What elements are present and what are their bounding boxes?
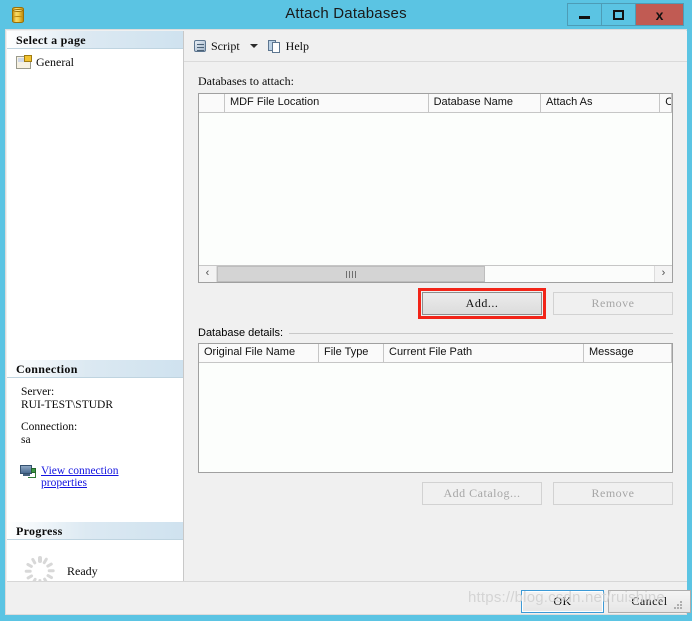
column-header[interactable]: MDF File Location bbox=[225, 94, 429, 112]
databases-to-attach-label: Databases to attach: bbox=[198, 74, 673, 89]
scroll-left-arrow-icon[interactable]: ‹ bbox=[199, 266, 217, 282]
window-controls: x bbox=[567, 3, 684, 26]
connection-details: Server: RUI-TEST\STUDR Connection: sa bbox=[7, 378, 183, 455]
attach-databases-window: Attach Databases x Select a page bbox=[0, 2, 692, 618]
script-label: Script bbox=[211, 39, 240, 54]
help-label: Help bbox=[286, 39, 309, 54]
column-header[interactable]: Current File Path bbox=[384, 344, 584, 362]
column-header[interactable] bbox=[199, 94, 225, 112]
help-icon bbox=[268, 39, 283, 54]
sidebar-item-label: General bbox=[36, 55, 74, 70]
script-button[interactable]: Script bbox=[193, 39, 240, 54]
ok-button[interactable]: OK bbox=[521, 590, 604, 613]
details-grid-header: Original File NameFile TypeCurrent File … bbox=[199, 344, 672, 363]
scrollbar-thumb[interactable] bbox=[217, 266, 485, 282]
group-rule bbox=[289, 333, 673, 334]
remove-file-button: Remove bbox=[553, 482, 673, 505]
column-header[interactable]: O bbox=[660, 94, 672, 112]
page-general-icon bbox=[16, 56, 31, 69]
general-page-pane: Script Help Databases to attach: MDF Fil… bbox=[184, 31, 687, 607]
maximize-icon bbox=[613, 10, 624, 20]
details-grid-buttons: Add Catalog... Remove bbox=[198, 482, 673, 505]
database-details-group-label: Database details: bbox=[198, 327, 673, 339]
sidebar-item-general[interactable]: General bbox=[16, 54, 183, 70]
databases-to-attach-grid[interactable]: MDF File LocationDatabase NameAttach AsO… bbox=[198, 93, 673, 283]
maximize-button[interactable] bbox=[602, 4, 636, 25]
dialog-footer: OK Cancel bbox=[7, 581, 687, 613]
help-button[interactable]: Help bbox=[268, 39, 309, 54]
column-header[interactable]: Original File Name bbox=[199, 344, 319, 362]
dialog-client-area: Select a page General Connection Server:… bbox=[5, 29, 687, 615]
resize-grip-icon[interactable] bbox=[673, 600, 684, 611]
scrollbar-grip-icon bbox=[346, 271, 356, 278]
server-caption: Server: bbox=[21, 386, 183, 399]
attach-grid-horizontal-scrollbar[interactable]: ‹ › bbox=[199, 265, 672, 282]
column-header[interactable]: Message bbox=[584, 344, 672, 362]
column-header[interactable]: File Type bbox=[319, 344, 384, 362]
page-list: General bbox=[7, 49, 183, 70]
connection-header: Connection bbox=[7, 360, 183, 378]
attach-grid-buttons: Add... Remove bbox=[198, 292, 673, 315]
view-connection-properties-label: View connection properties bbox=[41, 465, 153, 489]
screenshot-root: ········································… bbox=[0, 0, 692, 621]
database-details-grid[interactable]: Original File NameFile TypeCurrent File … bbox=[198, 343, 673, 473]
close-icon: x bbox=[636, 7, 683, 23]
chevron-down-icon[interactable] bbox=[250, 44, 258, 48]
minimize-icon bbox=[579, 16, 590, 19]
title-bar: Attach Databases x bbox=[0, 2, 692, 29]
attach-grid-body[interactable] bbox=[199, 113, 672, 265]
scroll-right-arrow-icon[interactable]: › bbox=[654, 266, 672, 282]
details-grid-body[interactable] bbox=[199, 363, 672, 472]
close-button[interactable]: x bbox=[636, 4, 683, 25]
connection-properties-icon bbox=[20, 465, 36, 479]
column-header[interactable]: Attach As bbox=[541, 94, 660, 112]
connection-value: sa bbox=[21, 434, 183, 447]
page-toolbar: Script Help bbox=[184, 31, 687, 62]
minimize-button[interactable] bbox=[568, 4, 602, 25]
attach-grid-header: MDF File LocationDatabase NameAttach AsO bbox=[199, 94, 672, 113]
connection-section: Connection Server: RUI-TEST\STUDR Connec… bbox=[7, 360, 183, 489]
column-header[interactable]: Database Name bbox=[429, 94, 541, 112]
script-icon bbox=[193, 39, 208, 54]
page-content: Databases to attach: MDF File LocationDa… bbox=[184, 62, 687, 505]
select-a-page-header: Select a page bbox=[7, 31, 183, 49]
server-value: RUI-TEST\STUDR bbox=[21, 399, 183, 412]
database-details-label: Database details: bbox=[198, 327, 283, 339]
page-selector-pane: Select a page General Connection Server:… bbox=[7, 31, 184, 607]
view-connection-properties-link[interactable]: View connection properties bbox=[7, 465, 183, 489]
add-button[interactable]: Add... bbox=[422, 292, 542, 315]
scrollbar-track[interactable] bbox=[217, 266, 654, 282]
progress-status-text: Ready bbox=[67, 564, 98, 579]
add-catalog-button: Add Catalog... bbox=[422, 482, 542, 505]
progress-header: Progress bbox=[7, 522, 183, 540]
connection-caption: Connection: bbox=[21, 421, 183, 434]
remove-database-button: Remove bbox=[553, 292, 673, 315]
